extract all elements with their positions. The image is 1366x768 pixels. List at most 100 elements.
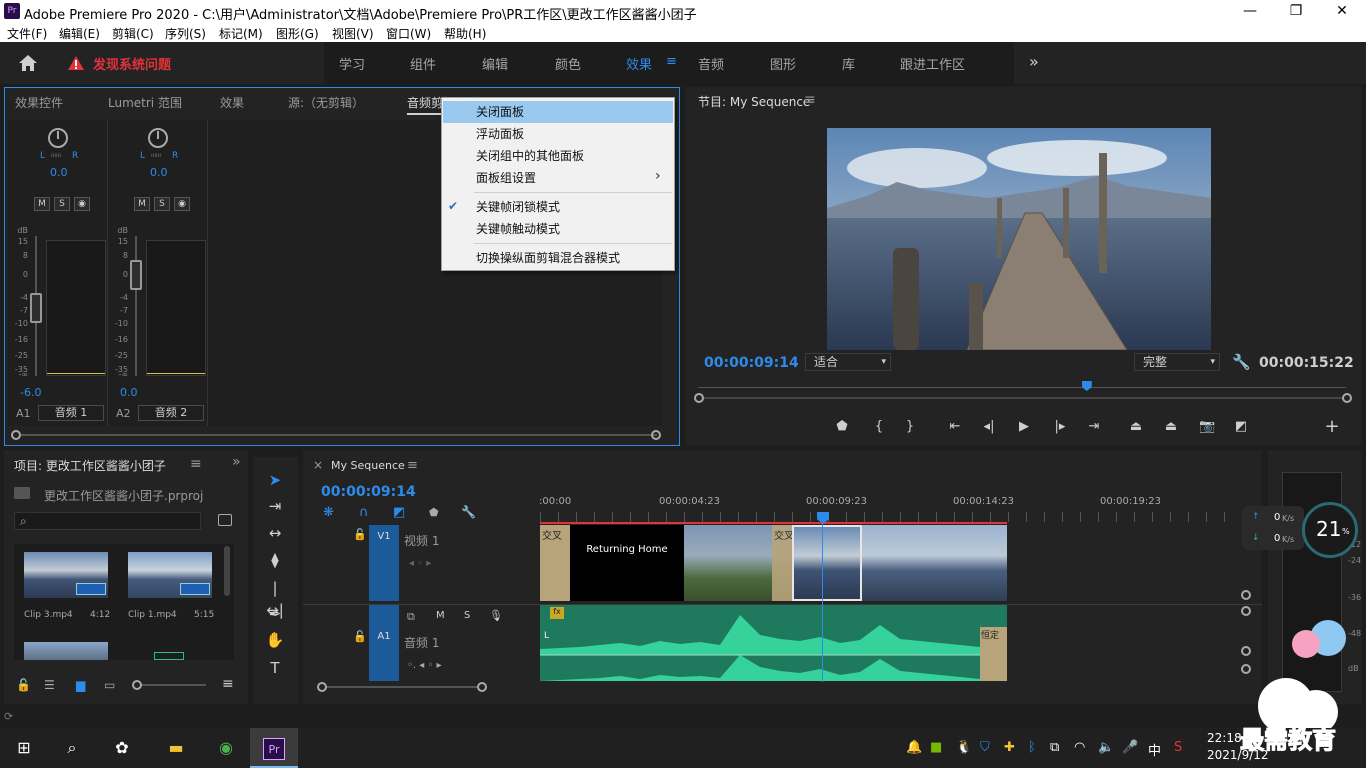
v1-source-patch[interactable]: V1: [369, 525, 399, 601]
pan-knob-icon[interactable]: [148, 128, 168, 148]
sync-lock-icon[interactable]: ⧉: [407, 610, 415, 624]
project-settings-icon[interactable]: ≡: [222, 676, 234, 692]
tab-effects[interactable]: 效果: [220, 94, 244, 111]
wifi-icon[interactable]: ◠: [1074, 740, 1085, 755]
windows-start-icon[interactable]: ⊞: [0, 728, 48, 768]
sequence-icon[interactable]: [154, 652, 184, 660]
pan-knob-icon[interactable]: [48, 128, 68, 148]
ws-tab-color[interactable]: 颜色: [555, 54, 581, 73]
snap-icon[interactable]: ∩: [359, 505, 369, 520]
extract-icon[interactable]: ⏏: [1163, 419, 1179, 435]
menu-item-close-others[interactable]: 关闭组中的其他面板: [443, 145, 673, 167]
microphone-icon[interactable]: 🎤: [1122, 740, 1138, 755]
ime-indicator[interactable]: 中: [1148, 740, 1161, 759]
write-keyframes-button[interactable]: ◉: [74, 197, 90, 211]
ws-tab-libraries[interactable]: 库: [842, 54, 855, 73]
ws-overflow-button[interactable]: »: [1029, 52, 1039, 71]
tab-lumetri-scopes[interactable]: Lumetri 范围: [108, 94, 182, 111]
selected-video-clip[interactable]: [792, 525, 862, 601]
zoom-slider[interactable]: [134, 684, 206, 686]
tab-effect-controls[interactable]: 效果控件: [15, 94, 63, 111]
task-view-icon[interactable]: ✿: [98, 728, 146, 768]
bluetooth-icon[interactable]: ᛒ: [1028, 740, 1036, 755]
menu-item-control-surface[interactable]: 切换操纵面剪辑混合器模式: [443, 247, 673, 269]
new-bin-icon[interactable]: [218, 514, 232, 526]
program-monitor-title[interactable]: 节目: My Sequence: [698, 93, 810, 110]
write-keyframes-button[interactable]: ◉: [174, 197, 190, 211]
volume-value[interactable]: 0.0: [120, 386, 138, 399]
clip-thumbnail[interactable]: [24, 552, 108, 598]
fit-dropdown[interactable]: 适合 ▾: [805, 353, 891, 371]
clip-thumbnail[interactable]: [24, 642, 108, 660]
taskbar-time[interactable]: 22:18: [1207, 731, 1242, 745]
lift-icon[interactable]: ⏏: [1128, 419, 1144, 435]
project-search-input[interactable]: ⌕: [14, 512, 201, 530]
menu-window[interactable]: 窗口(W): [386, 25, 431, 42]
ripple-edit-tool-icon[interactable]: ↔: [264, 522, 286, 544]
play-icon[interactable]: ▶: [1016, 419, 1032, 435]
mute-button[interactable]: M: [134, 197, 150, 211]
ws-tab-custom[interactable]: 跟进工作区: [900, 54, 965, 73]
chrome-icon[interactable]: ◉: [202, 728, 250, 768]
display-icon[interactable]: ⧉: [1050, 740, 1059, 755]
track-select-tool-icon[interactable]: ⇥: [264, 495, 286, 517]
notification-bell-icon[interactable]: 🔔: [906, 740, 922, 755]
ws-tab-graphics[interactable]: 图形: [770, 54, 796, 73]
mixer-horizontal-scrollbar[interactable]: [11, 430, 667, 440]
step-forward-icon[interactable]: |▸: [1052, 419, 1068, 435]
premiere-taskbar-icon[interactable]: Pr: [250, 728, 298, 768]
file-explorer-icon[interactable]: ▬: [152, 728, 200, 768]
razor-tool-icon[interactable]: ⧫: [264, 549, 286, 571]
timeline-sequence-tab[interactable]: My Sequence: [331, 459, 405, 472]
add-button-icon[interactable]: +: [1324, 418, 1340, 436]
timeline-horizontal-scrollbar[interactable]: [317, 682, 487, 692]
mark-out-icon[interactable]: }: [902, 419, 918, 435]
menu-item-close-panel[interactable]: 关闭面板: [443, 101, 673, 123]
system-alert-text[interactable]: 发现系统问题: [93, 54, 171, 73]
program-menu-icon[interactable]: ≡: [804, 92, 816, 108]
track-lock-icon[interactable]: 🔓: [353, 630, 367, 643]
pan-value[interactable]: 0.0: [50, 166, 68, 179]
timeline-settings-icon[interactable]: 🔧: [461, 505, 476, 519]
keyframe-nav-icon[interactable]: ◦. ◂ ◦ ▸: [407, 660, 442, 671]
menu-sequence[interactable]: 序列(S): [165, 25, 206, 42]
program-video-frame[interactable]: [827, 128, 1211, 350]
track-lock-icon[interactable]: 🔓: [353, 528, 367, 541]
mark-in-icon[interactable]: {: [871, 419, 887, 435]
wrench-icon[interactable]: 🔧: [1232, 353, 1251, 371]
volume-icon[interactable]: 🔈: [1098, 740, 1114, 755]
track-solo-button[interactable]: S: [464, 610, 470, 621]
lock-icon[interactable]: 🔓: [16, 678, 31, 692]
menu-item-keyframe-latch[interactable]: 关键帧闭锁模式: [443, 196, 673, 218]
program-timecode[interactable]: 00:00:09:14: [704, 355, 799, 371]
search-icon[interactable]: ⌕: [48, 728, 96, 768]
icon-view-icon[interactable]: ▆: [76, 678, 85, 692]
menu-file[interactable]: 文件(F): [7, 25, 47, 42]
menu-edit[interactable]: 编辑(E): [59, 25, 100, 42]
quality-dropdown[interactable]: 完整 ▾: [1134, 353, 1220, 371]
track-mute-button[interactable]: M: [436, 610, 445, 621]
video-clip[interactable]: [862, 525, 1007, 601]
project-overflow-button[interactable]: »: [232, 454, 241, 470]
project-menu-icon[interactable]: ≡: [190, 456, 202, 472]
export-frame-icon[interactable]: 📷: [1199, 419, 1215, 435]
constant-power-transition[interactable]: 恒定: [980, 627, 1007, 681]
title-clip[interactable]: Returning Home: [570, 525, 684, 601]
ws-tab-assembly[interactable]: 组件: [410, 54, 436, 73]
timeline-timecode[interactable]: 00:00:09:14: [321, 484, 416, 500]
nvidia-icon[interactable]: ■: [930, 740, 942, 755]
selection-tool-icon[interactable]: ➤: [264, 469, 286, 491]
a1-source-patch[interactable]: A1: [369, 605, 399, 681]
menu-help[interactable]: 帮助(H): [444, 25, 486, 42]
add-marker-icon[interactable]: ⬟: [834, 419, 850, 435]
keyframe-nav-icon[interactable]: ◂ ◦ ▸: [409, 558, 431, 569]
list-view-icon[interactable]: ☰: [44, 678, 55, 692]
project-scrollbar[interactable]: [224, 546, 230, 596]
program-playhead[interactable]: [1081, 381, 1092, 391]
pan-value[interactable]: 0.0: [150, 166, 168, 179]
ws-tab-learn[interactable]: 学习: [339, 54, 365, 73]
solo-button[interactable]: S: [154, 197, 170, 211]
add-marker-icon[interactable]: ⬟: [429, 506, 439, 519]
voiceover-record-icon[interactable]: 🎙: [489, 609, 503, 622]
go-to-out-icon[interactable]: ⇥: [1086, 419, 1102, 435]
